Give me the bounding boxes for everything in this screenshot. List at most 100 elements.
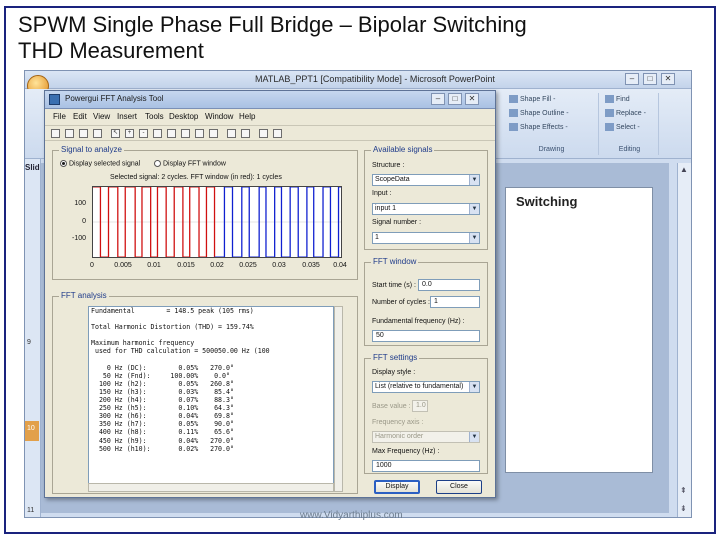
slide-preview[interactable]: Switching — [505, 187, 653, 473]
structure-value: ScopeData — [375, 176, 410, 183]
menu-tools[interactable]: Tools — [145, 112, 164, 121]
pan-icon[interactable] — [153, 129, 162, 138]
report-line — [89, 331, 333, 339]
plot-title: Selected signal: 2 cycles. FFT window (i… — [110, 174, 282, 181]
report-line: Fundamental = 148.5 peak (105 rms) — [91, 307, 254, 315]
find-button[interactable]: Find — [605, 95, 630, 103]
new-figure-icon[interactable] — [51, 129, 60, 138]
powerpoint-titlebar: MATLAB_PPT1 [Compatibility Mode] - Micro… — [25, 71, 691, 89]
close-icon[interactable]: ✕ — [465, 93, 479, 105]
report-line: Maximum harmonic frequency — [91, 339, 195, 348]
y-tick-label: -100 — [71, 235, 86, 242]
fft-titlebar: Powergui FFT Analysis Tool – □ ✕ — [45, 91, 495, 109]
colorbar-icon[interactable] — [227, 129, 236, 138]
menu-desktop[interactable]: Desktop — [169, 112, 198, 121]
maximize-icon[interactable]: □ — [448, 93, 462, 105]
display-style-value: List (relative to fundamental) — [375, 383, 464, 390]
signal-number-select[interactable]: 1 ▼ — [372, 232, 480, 244]
signal-plot[interactable] — [92, 186, 342, 258]
shape-fill-button[interactable]: Shape Fill - — [509, 95, 555, 103]
minimize-icon[interactable]: – — [431, 93, 445, 105]
y-tick-label: 100 — [74, 200, 86, 207]
start-time-input[interactable]: 0.0 — [418, 279, 480, 291]
replace-button[interactable]: Replace - — [605, 109, 646, 117]
maximize-icon[interactable]: □ — [643, 73, 657, 85]
display-selected-signal-radio[interactable]: Display selected signal — [60, 160, 140, 167]
cycles-input[interactable]: 1 — [430, 296, 480, 308]
fundamental-frequency-input[interactable]: 50 — [372, 330, 480, 342]
menu-help[interactable]: Help — [239, 112, 255, 121]
slides-tab[interactable]: Slid — [25, 163, 40, 172]
fft-window-title: Powergui FFT Analysis Tool — [65, 94, 164, 103]
report-line: 100 Hz (h2): 0.05% 260.8° — [91, 379, 234, 388]
input-select[interactable]: input 1 ▼ — [372, 203, 480, 215]
shape-effects-button[interactable]: Shape Effects - — [509, 123, 568, 131]
save-icon[interactable] — [79, 129, 88, 138]
report-line: Total Harmonic Distortion (THD) = 159.74… — [91, 323, 254, 332]
report-horizontal-scrollbar[interactable] — [88, 483, 334, 492]
report-line: 150 Hz (h3): 0.03% 85.4° — [91, 387, 234, 396]
next-slide-icon[interactable]: ⇟ — [680, 504, 687, 513]
radio-unselected-icon — [154, 160, 161, 167]
zoom-in-icon[interactable]: + — [125, 129, 134, 138]
watermark-text: www.Vidyarthiplus.com — [300, 510, 403, 521]
chevron-down-icon: ▼ — [469, 204, 479, 214]
slide-title: SPWM Single Phase Full Bridge – Bipolar … — [18, 12, 527, 64]
report-vertical-scrollbar[interactable] — [334, 306, 343, 492]
report-line: 250 Hz (h5): 0.10% 64.3° — [91, 404, 234, 413]
replace-label: Replace - — [616, 109, 646, 117]
replace-icon — [605, 109, 614, 117]
signal-number-value: 1 — [375, 234, 379, 241]
select-label: Select - — [616, 123, 640, 131]
minimize-icon[interactable]: – — [625, 73, 639, 85]
menu-insert[interactable]: Insert — [117, 112, 137, 121]
display-button[interactable]: Display — [374, 480, 420, 494]
zoom-out-icon[interactable]: - — [139, 129, 148, 138]
max-frequency-input[interactable]: 1000 — [372, 460, 480, 472]
report-line — [89, 356, 333, 364]
menu-edit[interactable]: Edit — [73, 112, 87, 121]
y-tick-label: 0 — [82, 218, 86, 225]
open-file-icon[interactable] — [65, 129, 74, 138]
close-button[interactable]: Close — [436, 480, 482, 494]
fft-analysis-title: FFT analysis — [59, 291, 109, 300]
print-icon[interactable] — [93, 129, 102, 138]
fundamental-frequency-label: Fundamental frequency (Hz) : — [372, 318, 465, 325]
shape-effects-label: Shape Effects - — [520, 123, 568, 131]
pointer-icon[interactable]: ↖ — [111, 129, 120, 138]
report-line: 350 Hz (h7): 0.05% 90.0° — [91, 420, 234, 429]
hide-tools-icon[interactable] — [259, 129, 268, 138]
display-style-label: Display style : — [372, 369, 416, 376]
ribbon-group-editing: Find Replace - Select - Editing — [601, 93, 659, 155]
menu-file[interactable]: File — [53, 112, 66, 121]
slide-scrollbar[interactable]: ▲ ⇞ ⇟ — [677, 163, 691, 517]
structure-select[interactable]: ScopeData ▼ — [372, 174, 480, 186]
x-tick-label: 0 — [90, 262, 94, 269]
data-cursor-icon[interactable] — [181, 129, 190, 138]
shape-fill-icon — [509, 95, 518, 103]
menu-view[interactable]: View — [93, 112, 110, 121]
slide-thumb-number[interactable]: 11 — [27, 507, 34, 514]
link-icon[interactable] — [209, 129, 218, 138]
scroll-up-icon[interactable]: ▲ — [680, 165, 688, 174]
shape-outline-button[interactable]: Shape Outline - — [509, 109, 569, 117]
brush-icon[interactable] — [195, 129, 204, 138]
close-icon[interactable]: ✕ — [661, 73, 675, 85]
frequency-axis-value: Harmonic order — [375, 433, 424, 440]
fft-report-text[interactable]: Fundamental = 148.5 peak (105 rms) Total… — [88, 306, 334, 492]
slide-preview-text: Switching — [516, 194, 578, 209]
display-fft-window-radio[interactable]: Display FFT window — [154, 160, 226, 167]
find-label: Find — [616, 95, 630, 103]
previous-slide-icon[interactable]: ⇞ — [680, 486, 687, 495]
show-tools-icon[interactable] — [273, 129, 282, 138]
max-frequency-label: Max Frequency (Hz) : — [372, 448, 440, 455]
rotate-icon[interactable] — [167, 129, 176, 138]
select-button[interactable]: Select - — [605, 123, 640, 131]
x-tick-label: 0.025 — [239, 262, 257, 269]
slide-thumb-number[interactable]: 10 — [27, 425, 35, 432]
slide-thumb-number[interactable]: 9 — [27, 339, 31, 346]
legend-icon[interactable] — [241, 129, 250, 138]
display-style-select[interactable]: List (relative to fundamental) ▼ — [372, 381, 480, 393]
menu-window[interactable]: Window — [205, 112, 233, 121]
radio-selected-icon — [60, 160, 67, 167]
